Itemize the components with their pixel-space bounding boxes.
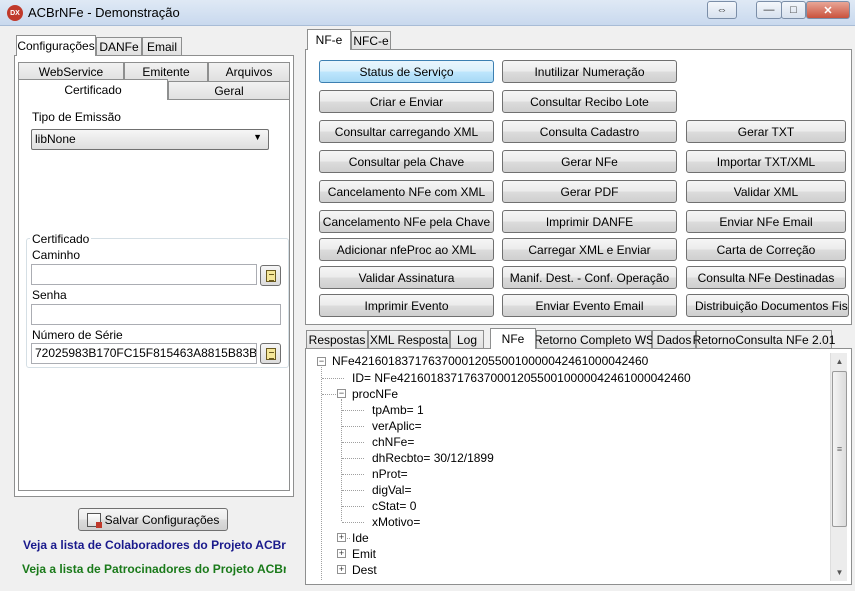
tab-certificado[interactable]: Certificado xyxy=(18,79,168,100)
tree-field-xmotivo[interactable]: xMotivo= xyxy=(372,515,420,529)
gerar-nfe-button[interactable]: Gerar NFe xyxy=(502,150,677,173)
close-button[interactable]: ✕ xyxy=(806,1,850,19)
imprimir-danfe-button[interactable]: Imprimir DANFE xyxy=(502,210,677,233)
gerar-pdf-button[interactable]: Gerar PDF xyxy=(502,180,677,203)
app-icon: DX xyxy=(7,5,23,21)
tipo-emissao-value: libNone xyxy=(35,132,76,146)
tipo-emissao-label: Tipo de Emissão xyxy=(32,110,121,124)
tree-node-emit[interactable]: Emit xyxy=(352,547,376,561)
inutilizar-numeracao-button[interactable]: Inutilizar Numeração xyxy=(502,60,677,83)
browse-certificado-button[interactable] xyxy=(260,343,281,364)
scroll-thumb[interactable]: ≡ xyxy=(832,371,847,527)
save-icon xyxy=(86,512,102,528)
title-bar: DX ACBrNFe - Demonstração ⇔ — □ ✕ xyxy=(0,0,855,26)
consulta-cadastro-button[interactable]: Consulta Cadastro xyxy=(502,120,677,143)
tab-danfe[interactable]: DANFe xyxy=(96,37,142,56)
adicionar-nfeproc-button[interactable]: Adicionar nfeProc ao XML xyxy=(319,238,494,261)
carregar-xml-enviar-button[interactable]: Carregar XML e Enviar xyxy=(502,238,677,261)
tab-xml-resposta[interactable]: XML Resposta xyxy=(368,330,450,349)
expand-icon[interactable]: + xyxy=(337,533,346,542)
tree-field-tpamb[interactable]: tpAmb= 1 xyxy=(372,403,424,417)
tab-arquivos[interactable]: Arquivos xyxy=(208,62,290,81)
salvar-configuracoes-button[interactable]: Salvar Configurações xyxy=(78,508,228,531)
cancelamento-nfe-chave-button[interactable]: Cancelamento NFe pela Chave xyxy=(319,210,494,233)
tab-respostas[interactable]: Respostas xyxy=(306,330,368,349)
tab-geral[interactable]: Geral xyxy=(168,81,290,100)
tab-configuracoes[interactable]: Configurações xyxy=(16,35,96,56)
document-icon xyxy=(265,269,276,282)
numero-serie-input[interactable]: 72025983B170FC15F815463A8815B83B xyxy=(31,343,257,364)
manif-dest-button[interactable]: Manif. Dest. - Conf. Operação xyxy=(502,266,677,289)
caminho-label: Caminho xyxy=(32,248,81,262)
validar-xml-button[interactable]: Validar XML xyxy=(686,180,846,203)
colaboradores-link[interactable]: Veja a lista de Colaboradores do Projeto… xyxy=(23,538,286,552)
browse-caminho-button[interactable] xyxy=(260,265,281,286)
tab-nfe[interactable]: NF-e xyxy=(307,29,351,50)
imprimir-evento-button[interactable]: Imprimir Evento xyxy=(319,294,494,317)
tree-field-chnfe[interactable]: chNFe= xyxy=(372,435,414,449)
tab-log[interactable]: Log xyxy=(450,330,484,349)
tree-field-cstat[interactable]: cStat= 0 xyxy=(372,499,416,513)
enviar-evento-email-button[interactable]: Enviar Evento Email xyxy=(502,294,677,317)
window-title: ACBrNFe - Demonstração xyxy=(28,5,180,20)
tab-nfce[interactable]: NFC-e xyxy=(351,31,391,50)
numero-serie-label: Número de Série xyxy=(32,328,123,342)
caminho-input[interactable] xyxy=(31,264,257,285)
gerar-txt-button[interactable]: Gerar TXT xyxy=(686,120,846,143)
salvar-configuracoes-label: Salvar Configurações xyxy=(104,512,220,527)
collapse-icon[interactable]: − xyxy=(317,357,326,366)
scroll-down-icon[interactable]: ▼ xyxy=(831,564,848,581)
certificado-group-title: Certificado xyxy=(30,232,92,246)
tree-node-id[interactable]: ID= NFe421601837176370001205500100000424… xyxy=(352,371,691,385)
cancelamento-nfe-xml-button[interactable]: Cancelamento NFe com XML xyxy=(319,180,494,203)
tree-node-ide[interactable]: Ide xyxy=(352,531,369,545)
tree-field-nprot[interactable]: nProt= xyxy=(372,467,408,481)
restore-arrows-button[interactable]: ⇔ xyxy=(707,1,737,19)
tree-scrollbar[interactable]: ▲ ≡ ▼ xyxy=(830,353,847,581)
tipo-emissao-select[interactable]: libNone ▼ xyxy=(31,129,269,150)
chevron-down-icon: ▼ xyxy=(253,132,262,142)
tree-node-dest[interactable]: Dest xyxy=(352,563,377,577)
tree-field-digval[interactable]: digVal= xyxy=(372,483,411,497)
document-icon xyxy=(265,347,276,360)
tab-email[interactable]: Email xyxy=(142,37,182,56)
expand-icon[interactable]: + xyxy=(337,565,346,574)
distribuicao-documentos-button[interactable]: Distribuição Documentos Fiscais xyxy=(686,294,849,317)
tree-field-veraplic[interactable]: verAplic= xyxy=(372,419,422,433)
consultar-recibo-lote-button[interactable]: Consultar Recibo Lote xyxy=(502,90,677,113)
collapse-icon[interactable]: − xyxy=(337,389,346,398)
tab-retorno-consulta[interactable]: RetornoConsulta NFe 2.01 xyxy=(693,330,835,349)
senha-input[interactable] xyxy=(31,304,281,325)
consulta-nfe-destinadas-button[interactable]: Consulta NFe Destinadas xyxy=(686,266,846,289)
tab-dados[interactable]: Dados xyxy=(652,330,696,349)
senha-label: Senha xyxy=(32,288,67,302)
consultar-carregando-xml-button[interactable]: Consultar carregando XML xyxy=(319,120,494,143)
status-servico-button[interactable]: Status de Serviço xyxy=(319,60,494,83)
maximize-button[interactable]: □ xyxy=(781,1,806,19)
tree-field-dhrecbto[interactable]: dhRecbto= 30/12/1899 xyxy=(372,451,494,465)
tree-node-root[interactable]: NFe4216018371763700012055001000004246100… xyxy=(332,354,648,368)
carta-correcao-button[interactable]: Carta de Correção xyxy=(686,238,846,261)
importar-txt-xml-button[interactable]: Importar TXT/XML xyxy=(686,150,846,173)
patrocinadores-link[interactable]: Veja a lista de Patrocinadores do Projet… xyxy=(22,562,286,576)
scroll-up-icon[interactable]: ▲ xyxy=(831,353,848,370)
validar-assinatura-button[interactable]: Validar Assinatura xyxy=(319,266,494,289)
tab-nfe-tree[interactable]: NFe xyxy=(490,328,536,349)
nfe-tree-view[interactable]: − NFe42160183717637000120550010000042461… xyxy=(310,352,829,580)
tree-node-procnfe[interactable]: procNFe xyxy=(352,387,398,401)
minimize-button[interactable]: — xyxy=(756,1,782,19)
tab-retorno-completo-ws[interactable]: Retorno Completo WS xyxy=(534,330,654,349)
enviar-nfe-email-button[interactable]: Enviar NFe Email xyxy=(686,210,846,233)
criar-enviar-button[interactable]: Criar e Enviar xyxy=(319,90,494,113)
expand-icon[interactable]: + xyxy=(337,549,346,558)
consultar-pela-chave-button[interactable]: Consultar pela Chave xyxy=(319,150,494,173)
